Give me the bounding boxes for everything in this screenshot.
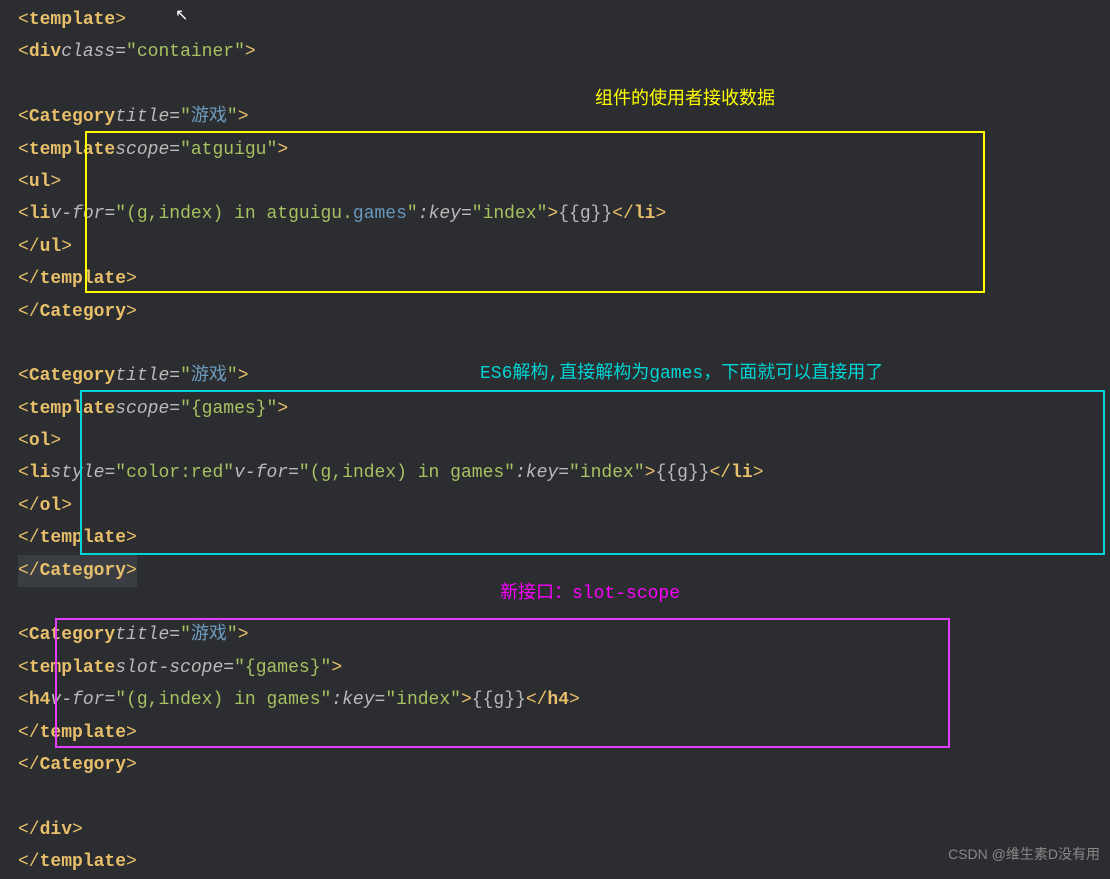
- code-line: </template>: [18, 717, 1110, 749]
- code-line: <template scope="{games}">: [18, 393, 1110, 425]
- code-line: <template slot-scope="{games}">: [18, 652, 1110, 684]
- annotation-middle: ES6解构,直接解构为games，下面就可以直接用了: [480, 358, 883, 390]
- code-line: </Category>: [18, 296, 1110, 328]
- code-editor[interactable]: ↖ <template> <div class="container"> <Ca…: [0, 0, 1110, 879]
- code-line: <Category title="游戏">: [18, 619, 1110, 651]
- code-line: <li style="color:red" v-for="(g,index) i…: [18, 457, 1110, 489]
- watermark: CSDN @维生素D没有用: [948, 842, 1100, 867]
- annotation-bottom: 新接口：slot-scope: [500, 578, 680, 610]
- code-line: </template>: [18, 522, 1110, 554]
- code-line: </template>: [18, 263, 1110, 295]
- code-line: </template>: [18, 846, 1110, 878]
- cursor-icon: ↖: [175, 2, 191, 20]
- code-line: </ol>: [18, 490, 1110, 522]
- code-line: <ol>: [18, 425, 1110, 457]
- code-line: [18, 328, 1110, 360]
- code-line: <h4 v-for="(g,index) in games" :key="ind…: [18, 684, 1110, 716]
- code-line: <ul>: [18, 166, 1110, 198]
- code-line: </div>: [18, 814, 1110, 846]
- code-line: <Category title="游戏">: [18, 101, 1110, 133]
- code-line: [18, 781, 1110, 813]
- annotation-top: 组件的使用者接收数据: [595, 84, 775, 116]
- code-line: </ul>: [18, 231, 1110, 263]
- code-line: <template scope="atguigu">: [18, 134, 1110, 166]
- code-line: <div class="container">: [18, 36, 1110, 68]
- code-line: <li v-for="(g,index) in atguigu.games" :…: [18, 198, 1110, 230]
- code-line: </Category>: [18, 749, 1110, 781]
- code-line: [18, 69, 1110, 101]
